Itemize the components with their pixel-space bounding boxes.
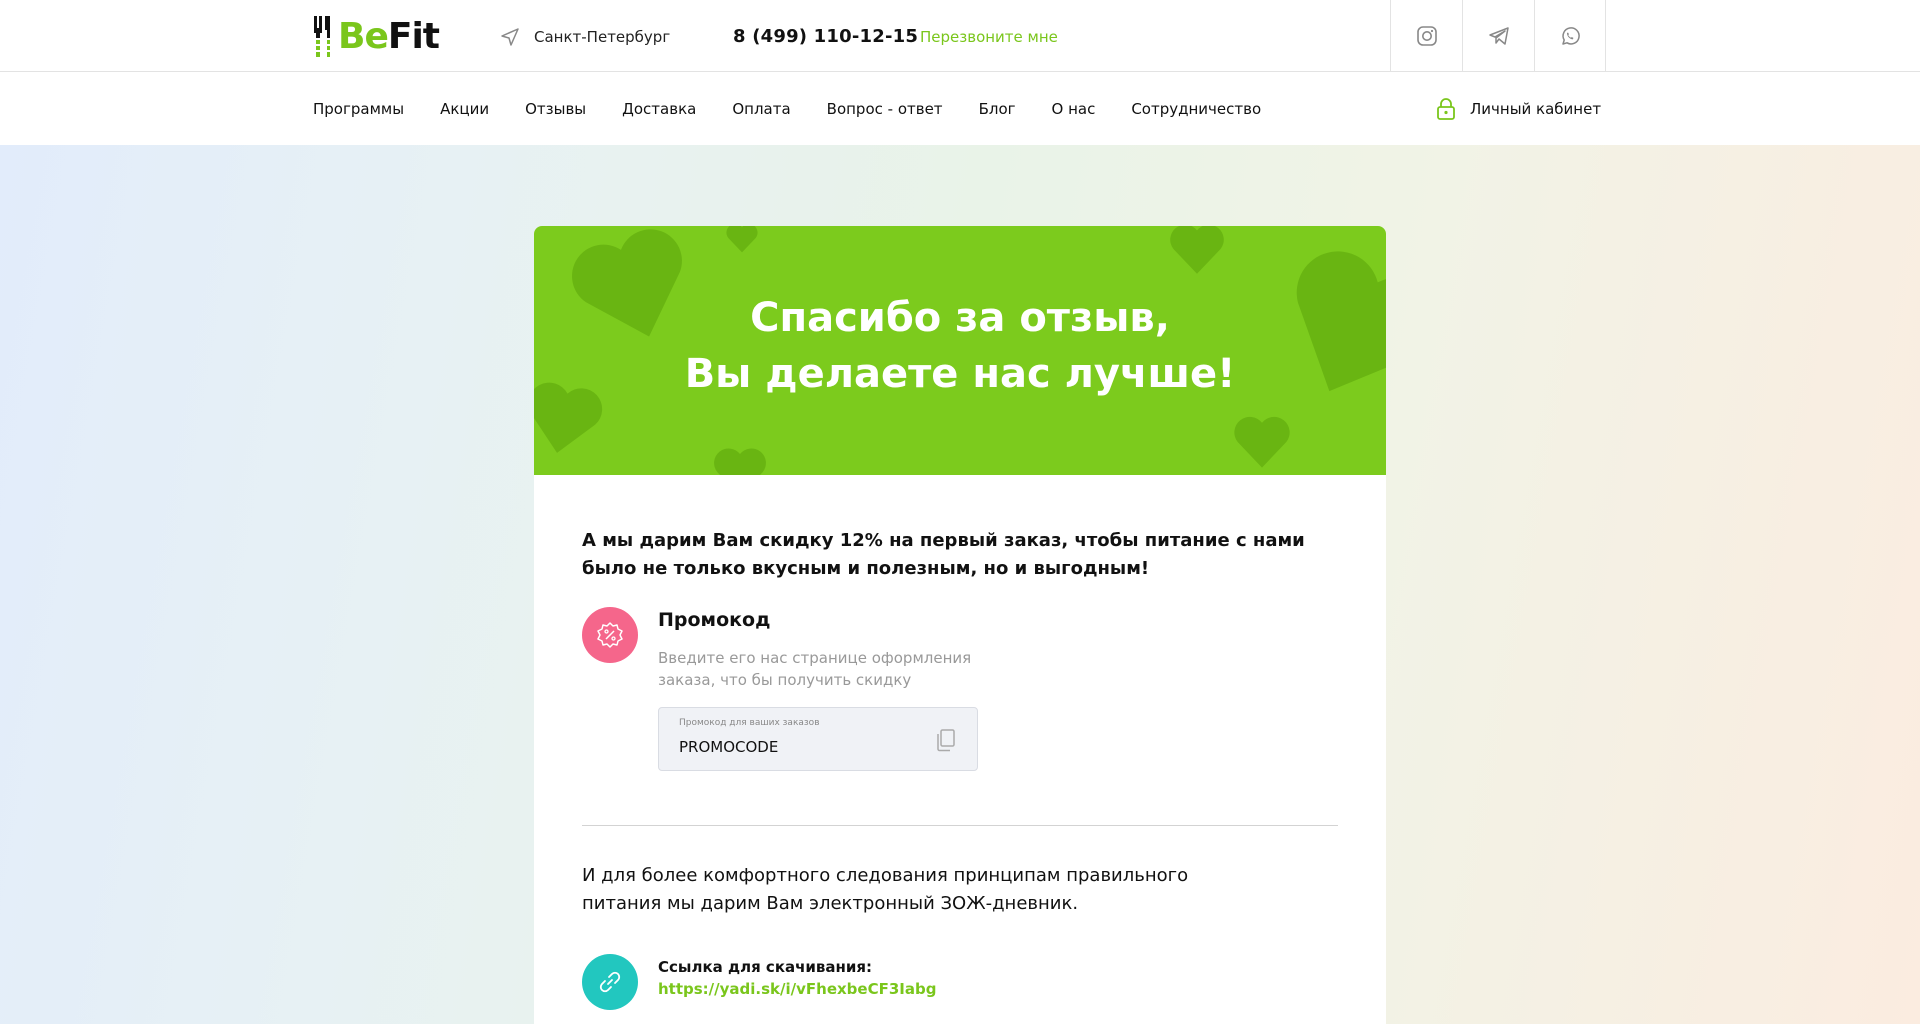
nav-list: Программы Акции Отзывы Доставка Оплата В… [313,73,1297,145]
promo-title: Промокод [658,609,771,631]
nav-item-promotions[interactable]: Акции [440,100,489,118]
promo-code-field[interactable]: Промокод для ваших заказов PROMOCODE [658,707,978,771]
nav-item-cooperation[interactable]: Сотрудничество [1131,100,1261,118]
download-badge [582,954,638,1010]
whatsapp-icon [1562,27,1580,45]
logo-fit: Fit [387,16,440,57]
thank-you-card: Спасибо за отзыв, Вы делаете нас лучше! … [534,226,1386,1024]
cabinet-label: Личный кабинет [1470,100,1602,118]
personal-account-link[interactable]: Личный кабинет [1436,96,1601,122]
download-block: Ссылка для скачивания: https://yadi.sk/i… [582,954,1338,1012]
promo-block: Промокод Введите его нас странице оформл… [582,607,1338,771]
promo-code-value[interactable]: PROMOCODE [679,738,778,756]
nav-item-about[interactable]: О нас [1052,100,1096,118]
download-link[interactable]: https://yadi.sk/i/vFhexbeCF3Iabg [658,980,936,998]
heart-decoration-icon [714,448,766,475]
city-label: Санкт-Петербург [534,28,671,46]
city-selector[interactable]: Санкт-Петербург [500,24,670,50]
nav-item-blog[interactable]: Блог [979,100,1016,118]
banner-title-line1: Спасибо за отзыв, [750,295,1170,341]
heart-decoration-icon [726,226,758,253]
instagram-button[interactable] [1390,0,1462,72]
download-label: Ссылка для скачивания: [658,958,873,976]
nav-item-reviews[interactable]: Отзывы [525,100,586,118]
callback-link[interactable]: Перезвоните мне [920,24,1058,50]
instagram-icon [1416,26,1437,46]
nav-item-programs[interactable]: Программы [313,100,404,118]
promo-badge [582,607,638,663]
logo-text: BeFit [338,16,440,58]
befit-logo[interactable]: BeFit [312,16,440,58]
lock-icon [1437,98,1455,120]
nav-item-faq[interactable]: Вопрос - ответ [827,100,943,118]
heart-decoration-icon [1170,226,1224,274]
location-arrow-icon [501,28,519,46]
thank-you-banner: Спасибо за отзыв, Вы делаете нас лучше! [534,226,1386,475]
banner-title-line2: Вы делаете нас лучше! [684,351,1236,397]
main-nav: Программы Акции Отзывы Доставка Оплата В… [0,73,1920,145]
promo-field-label: Промокод для ваших заказов [679,718,820,728]
social-links [1390,0,1606,72]
top-bar: BeFit Санкт-Петербург 8 (499) 110-12-15 … [0,0,1920,72]
whatsapp-button[interactable] [1534,0,1606,72]
nav-item-delivery[interactable]: Доставка [622,100,696,118]
telegram-icon [1488,27,1509,45]
link-icon [599,971,621,993]
card-content: А мы дарим Вам скидку 12% на первый зака… [534,527,1386,1012]
percent-badge-icon [597,622,623,648]
telegram-button[interactable] [1462,0,1534,72]
copy-icon[interactable] [935,728,957,752]
logo-be: Be [338,16,389,57]
diary-text: И для более комфортного следования принц… [582,865,1189,914]
fork-logo-icon [314,16,330,57]
banner-title: Спасибо за отзыв, Вы делаете нас лучше! [534,290,1386,402]
phone-number[interactable]: 8 (499) 110-12-15 [733,24,918,50]
heart-decoration-icon [1234,416,1290,468]
discount-lead-text: А мы дарим Вам скидку 12% на первый зака… [582,530,1305,579]
nav-item-payment[interactable]: Оплата [732,100,790,118]
section-divider [582,825,1338,826]
promo-description: Введите его нас странице оформления зака… [658,649,972,689]
